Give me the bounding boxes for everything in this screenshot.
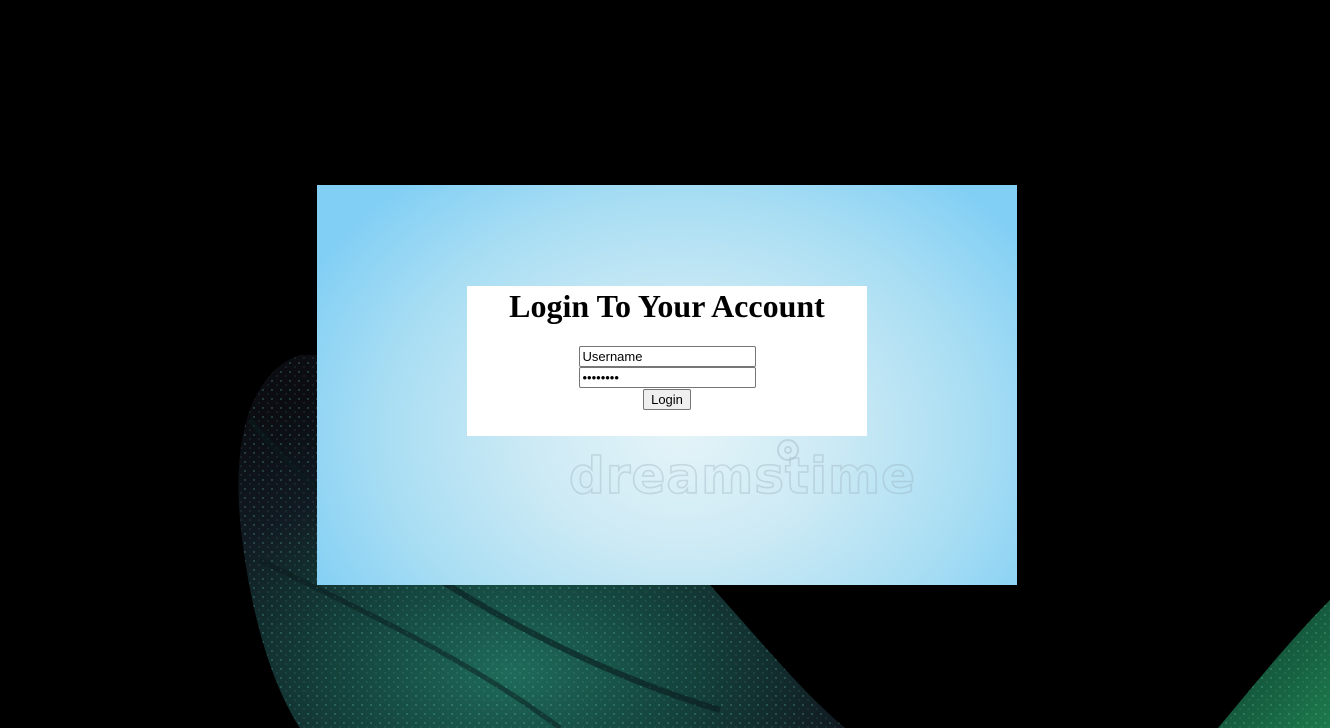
login-form: Login [467,346,867,410]
login-title: Login To Your Account [509,288,825,324]
login-button[interactable]: Login [643,389,691,410]
password-input[interactable] [578,367,756,388]
login-panel-background: dreamstime Login To Your Account Login [317,185,1017,585]
watermark-text: dreamstime [568,446,917,506]
login-box: Login To Your Account Login [467,286,867,436]
username-input[interactable] [578,346,756,367]
page-root: dreamstime Login To Your Account Login [0,0,1330,728]
